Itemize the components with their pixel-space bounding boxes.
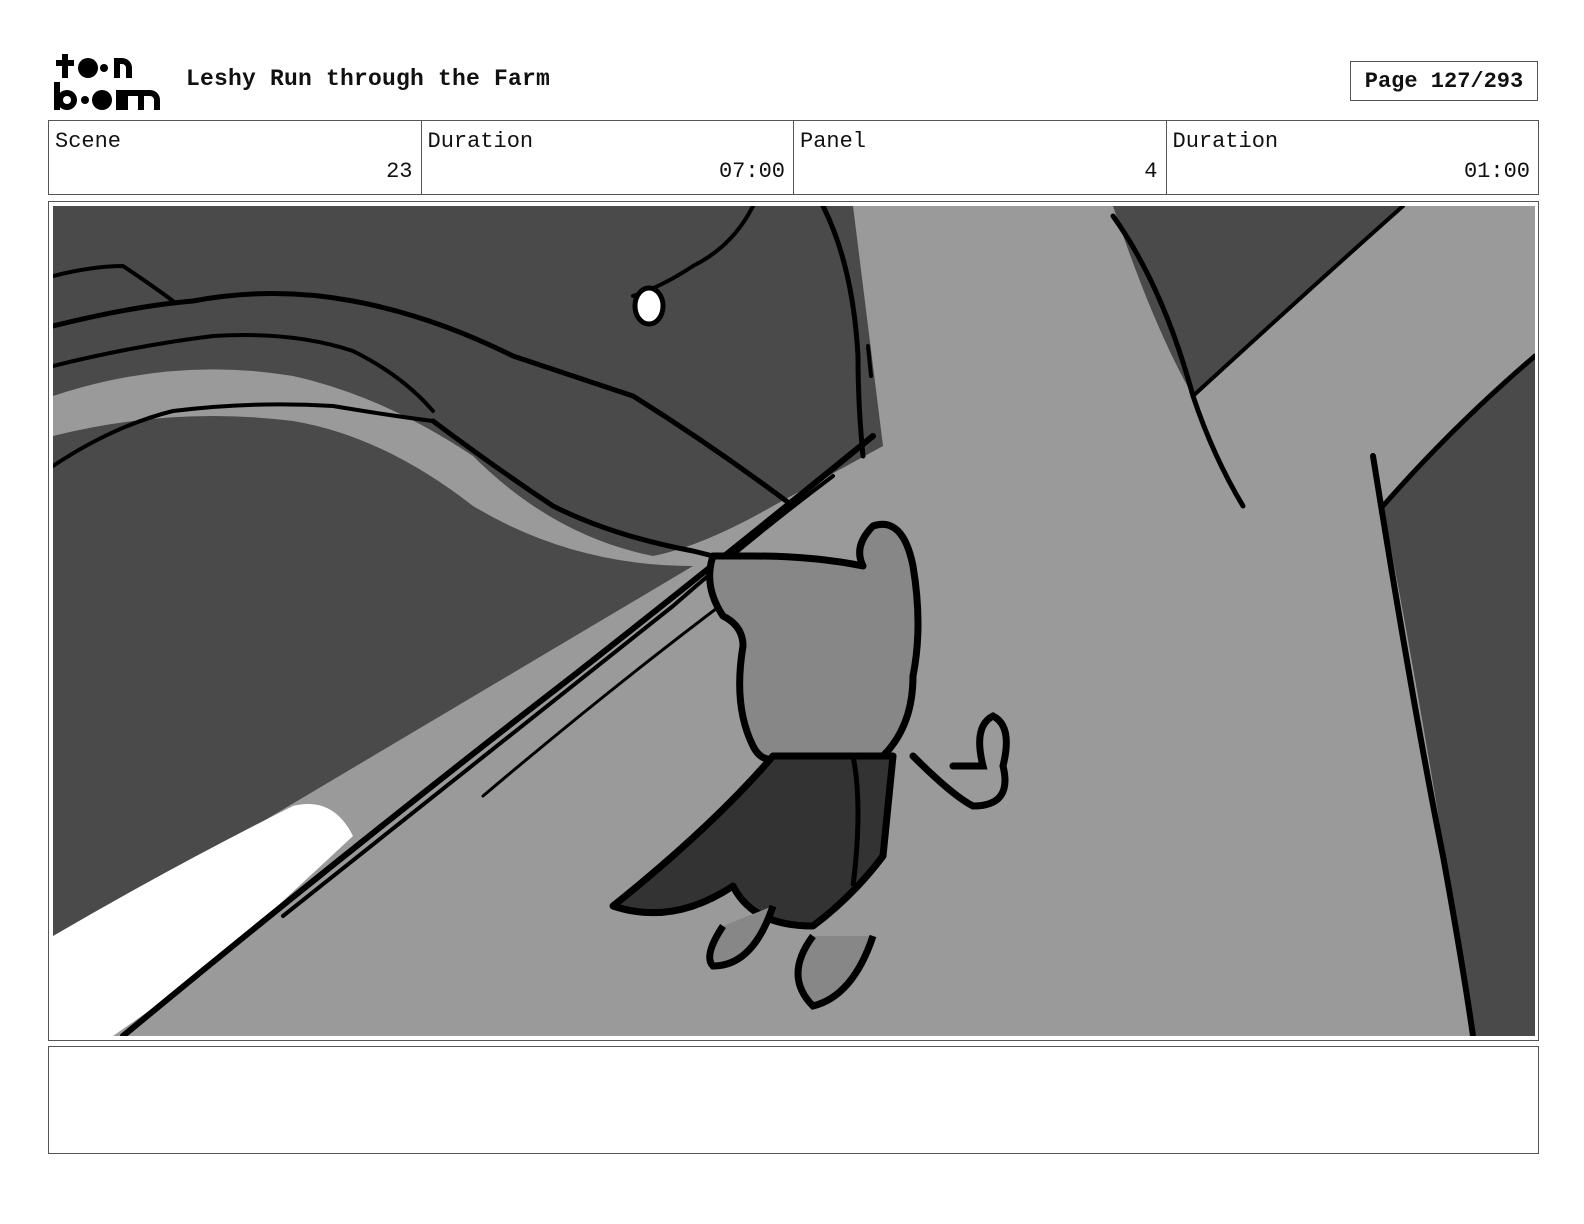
branch-eye bbox=[632, 285, 666, 327]
panel-duration-cell: Duration 01:00 bbox=[1167, 121, 1539, 194]
scene-cell: Scene 23 bbox=[49, 121, 422, 194]
scene-info-row: Scene 23 Duration 07:00 Panel 4 Duration… bbox=[48, 120, 1539, 195]
panel-cell: Panel 4 bbox=[794, 121, 1167, 194]
panel-value: 4 bbox=[1144, 159, 1158, 184]
scene-duration-cell: Duration 07:00 bbox=[422, 121, 794, 194]
storyboard-panel bbox=[48, 201, 1539, 1041]
scene-label: Scene bbox=[55, 129, 122, 154]
panel-drawing bbox=[53, 206, 1535, 1036]
panel-duration-value: 01:00 bbox=[1463, 159, 1530, 184]
scene-duration-label: Duration bbox=[427, 129, 534, 154]
page-number: Page 127/293 bbox=[1350, 61, 1538, 101]
toonboom-logo-icon bbox=[54, 54, 160, 110]
panel-label: Panel bbox=[800, 129, 867, 154]
scene-duration-value: 07:00 bbox=[718, 159, 785, 184]
scene-value: 23 bbox=[386, 159, 413, 184]
storyboard-title: Leshy Run through the Farm bbox=[186, 66, 551, 92]
panel-notes bbox=[48, 1046, 1539, 1154]
panel-duration-label: Duration bbox=[1172, 129, 1279, 154]
